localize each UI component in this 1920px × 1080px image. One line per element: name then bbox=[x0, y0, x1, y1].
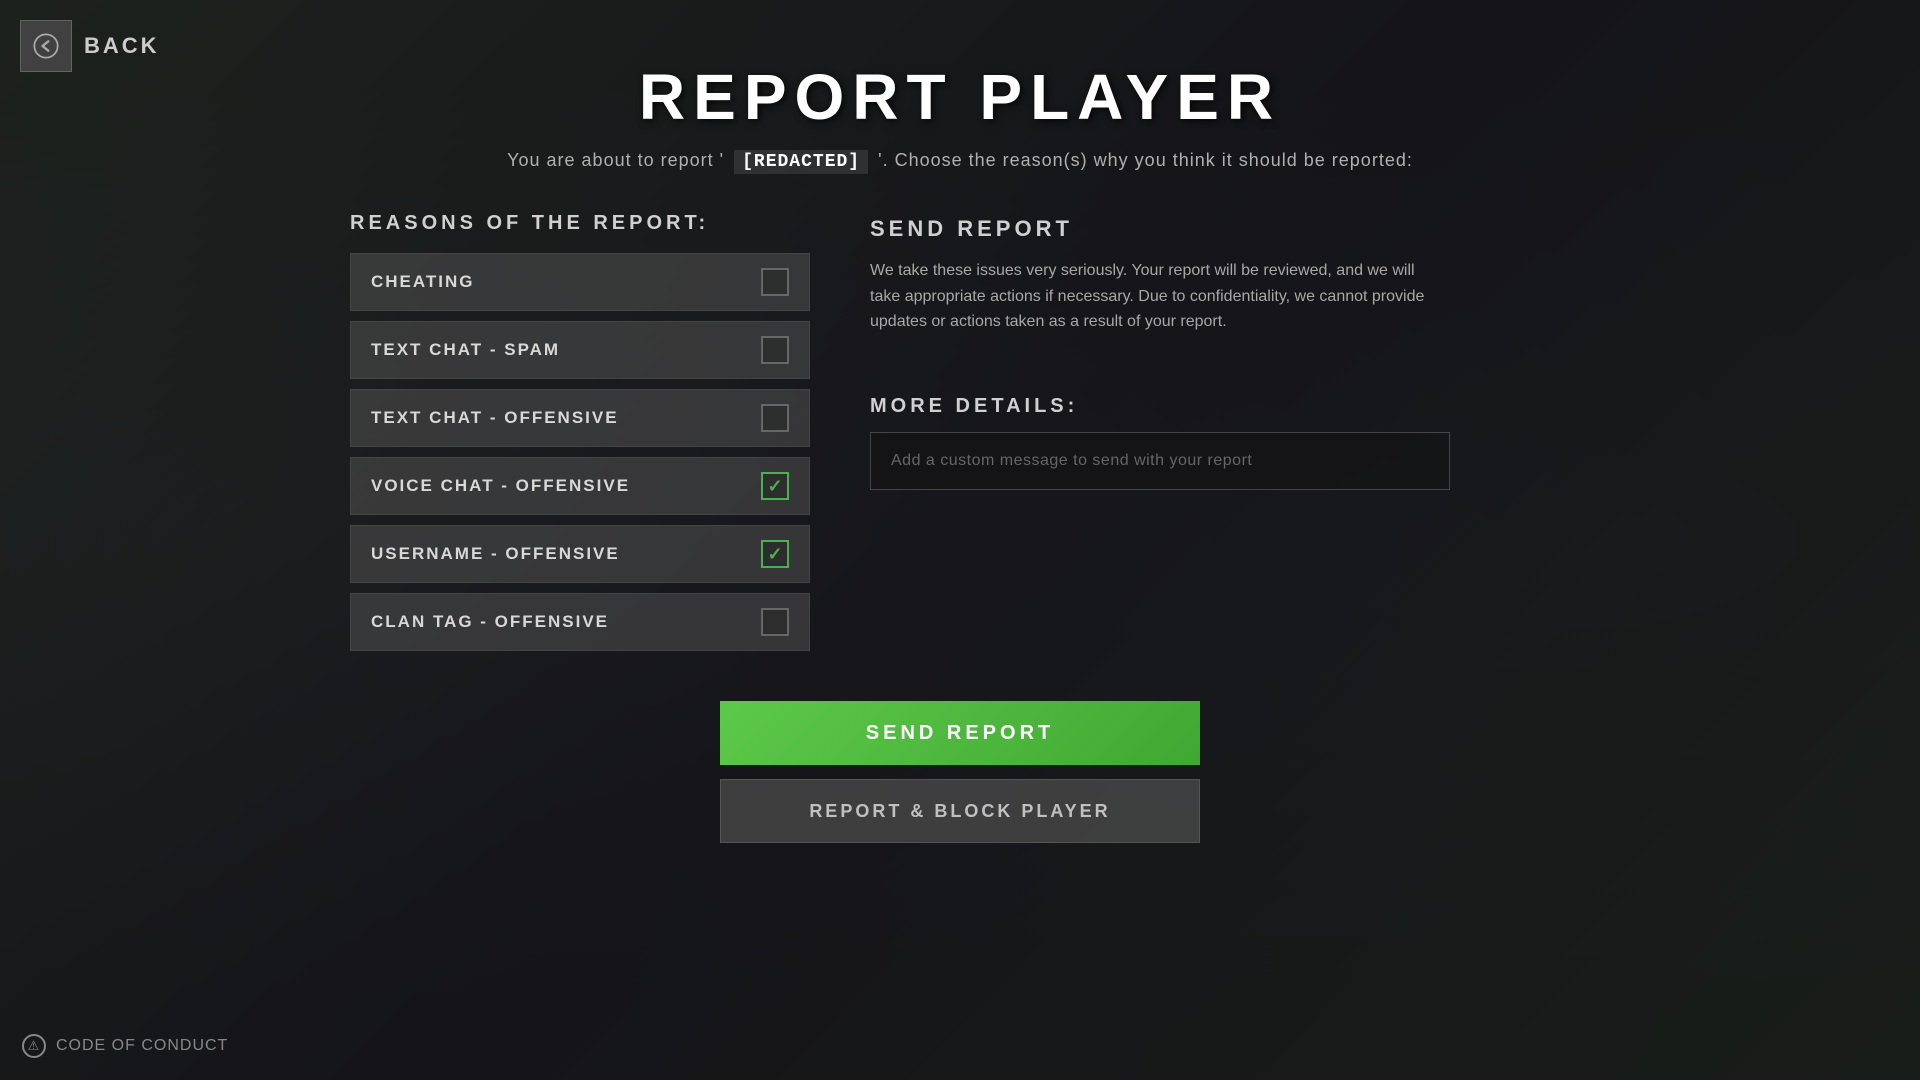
reason-cheating[interactable]: CHEATING bbox=[350, 253, 810, 311]
reason-clan-tag-offensive-checkbox bbox=[761, 608, 789, 636]
reasons-heading: REASONS OF THE REPORT: bbox=[350, 212, 810, 235]
reason-voice-chat-offensive[interactable]: VOICE CHAT - OFFENSIVE bbox=[350, 457, 810, 515]
subtitle-after: '. Choose the reason(s) why you think it… bbox=[878, 150, 1413, 170]
send-report-heading: SEND REPORT bbox=[870, 216, 1570, 242]
reason-voice-chat-offensive-label: VOICE CHAT - OFFENSIVE bbox=[371, 476, 630, 496]
page-title: REPORT PLAYER bbox=[0, 0, 1920, 134]
report-block-button[interactable]: REPORT & BLOCK PLAYER bbox=[720, 779, 1200, 843]
reason-text-chat-spam-checkbox bbox=[761, 336, 789, 364]
reason-voice-chat-offensive-checkbox bbox=[761, 472, 789, 500]
reason-username-offensive-label: USERNAME - OFFENSIVE bbox=[371, 544, 620, 564]
player-name: [REDACTED] bbox=[734, 150, 868, 174]
reason-text-chat-spam-label: TEXT CHAT - SPAM bbox=[371, 340, 560, 360]
page-wrapper: BACK REPORT PLAYER You are about to repo… bbox=[0, 0, 1920, 1080]
more-details-heading: MORE DETAILS: bbox=[870, 395, 1570, 418]
reason-username-offensive[interactable]: USERNAME - OFFENSIVE bbox=[350, 525, 810, 583]
reason-cheating-checkbox bbox=[761, 268, 789, 296]
send-report-description: We take these issues very seriously. You… bbox=[870, 258, 1430, 335]
back-button[interactable]: BACK bbox=[20, 20, 160, 72]
reason-text-chat-offensive[interactable]: TEXT CHAT - OFFENSIVE bbox=[350, 389, 810, 447]
send-report-button[interactable]: SEND REPORT bbox=[720, 701, 1200, 765]
code-of-conduct-label: CODE OF CONDUCT bbox=[56, 1037, 228, 1055]
reason-clan-tag-offensive-label: CLAN TAG - OFFENSIVE bbox=[371, 612, 609, 632]
custom-message-input[interactable] bbox=[870, 432, 1450, 490]
reason-cheating-label: CHEATING bbox=[371, 272, 475, 292]
reason-clan-tag-offensive[interactable]: CLAN TAG - OFFENSIVE bbox=[350, 593, 810, 651]
left-panel: REASONS OF THE REPORT: CHEATING TEXT CHA… bbox=[350, 212, 810, 651]
back-arrow-icon bbox=[32, 32, 60, 60]
bottom-buttons: SEND REPORT REPORT & BLOCK PLAYER bbox=[0, 701, 1920, 843]
right-panel: SEND REPORT We take these issues very se… bbox=[870, 212, 1570, 651]
content-area: REASONS OF THE REPORT: CHEATING TEXT CHA… bbox=[310, 212, 1610, 651]
reason-list: CHEATING TEXT CHAT - SPAM TEXT CHAT - OF… bbox=[350, 253, 810, 651]
code-of-conduct-link[interactable]: ⚠ CODE OF CONDUCT bbox=[22, 1034, 228, 1058]
reason-text-chat-offensive-checkbox bbox=[761, 404, 789, 432]
subtitle-before: You are about to report ' bbox=[507, 150, 724, 170]
subtitle: You are about to report ' [REDACTED] '. … bbox=[0, 150, 1920, 172]
reason-text-chat-spam[interactable]: TEXT CHAT - SPAM bbox=[350, 321, 810, 379]
back-label: BACK bbox=[84, 33, 160, 59]
back-icon-box bbox=[20, 20, 72, 72]
reason-username-offensive-checkbox bbox=[761, 540, 789, 568]
reason-text-chat-offensive-label: TEXT CHAT - OFFENSIVE bbox=[371, 408, 619, 428]
code-of-conduct-icon: ⚠ bbox=[22, 1034, 46, 1058]
